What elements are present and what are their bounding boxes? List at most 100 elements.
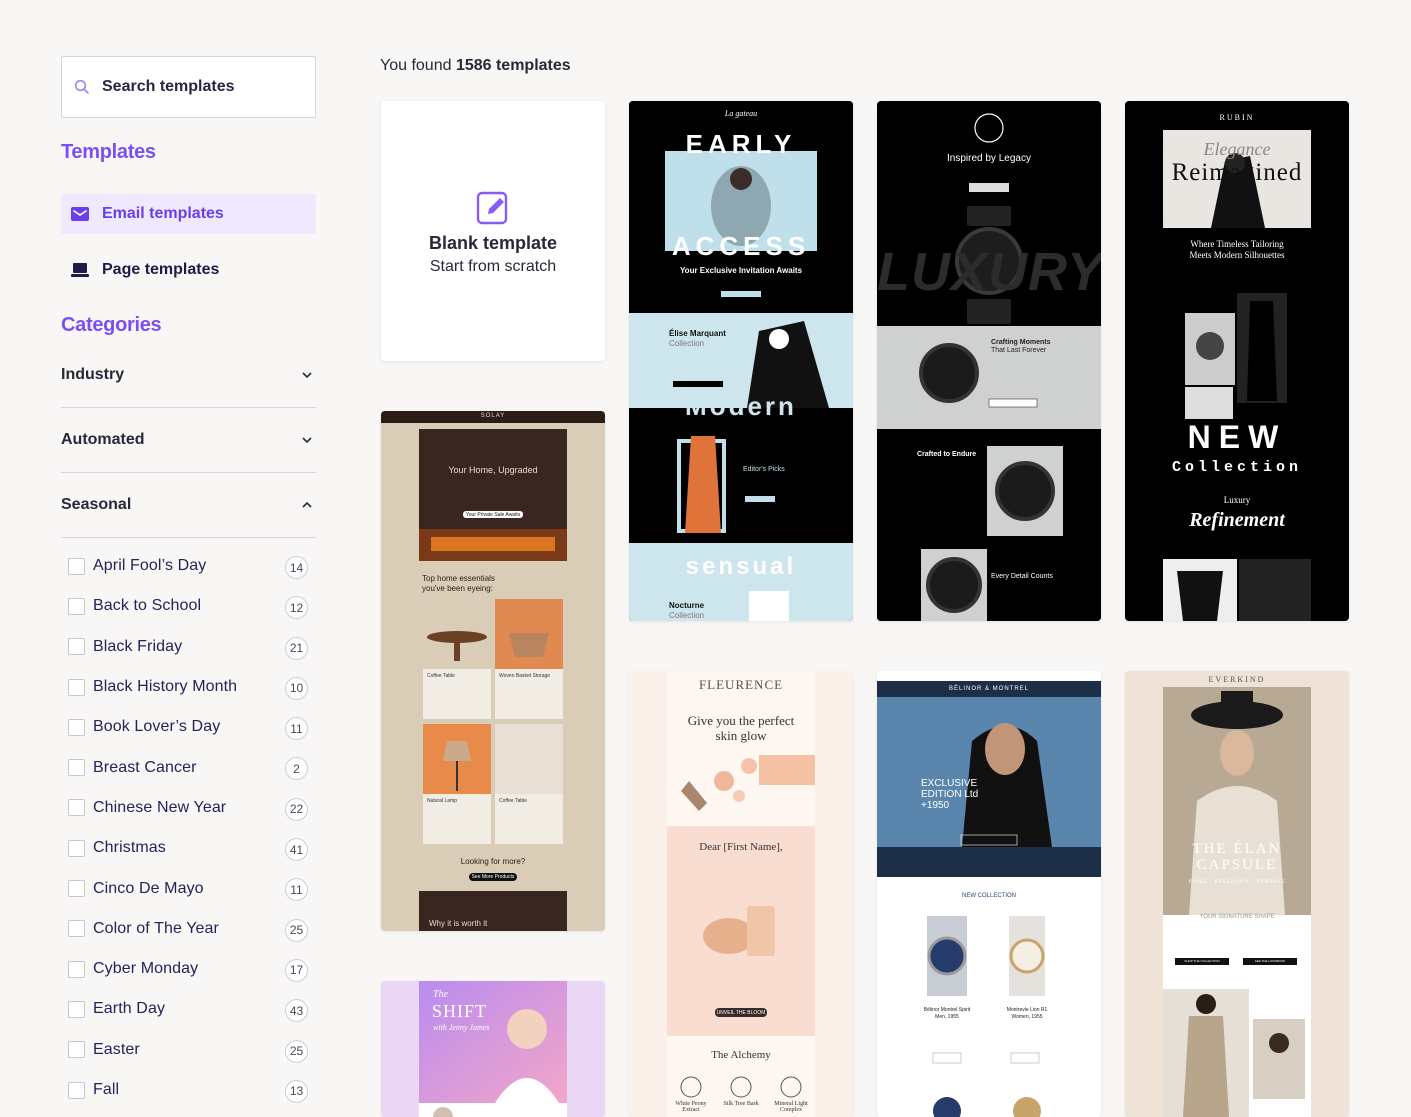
seasonal-item[interactable]: Breast Cancer 2 (61, 747, 316, 787)
template-card-the-shift[interactable]: The SHIFT with Jenny James (381, 981, 605, 1117)
checkbox[interactable] (68, 799, 85, 817)
tpl-text: Women, 1955 (1011, 1014, 1043, 1020)
tpl-text: EDITION Ltd (921, 789, 979, 800)
checkbox[interactable] (68, 1081, 85, 1099)
tpl-text: Collection (669, 339, 705, 348)
seasonal-item[interactable]: Easter 25 (61, 1030, 316, 1070)
checkbox[interactable] (68, 678, 85, 696)
seasonal-item[interactable]: Earth Day 43 (61, 989, 316, 1029)
seasonal-item-label: Breast Cancer (93, 758, 197, 776)
tpl-text: ACCESS (671, 231, 811, 261)
search-icon (74, 79, 89, 94)
tpl-text: Crafted to Endure (917, 451, 977, 458)
nav-page-templates[interactable]: Page templates (61, 250, 316, 290)
seasonal-item[interactable]: Chinese New Year 22 (61, 788, 316, 828)
seasonal-item[interactable]: April Fool’s Day 14 (61, 546, 316, 586)
tpl-text: See More Products (471, 874, 515, 880)
tpl-text: Top home essentials (422, 574, 495, 583)
tpl-text: FLEURENCE (698, 677, 784, 692)
template-card-rubin[interactable]: RUBIN Elegance Reimagined Where Timeless… (1125, 101, 1349, 621)
seasonal-item-label: Cyber Monday (93, 960, 199, 978)
tpl-text: SHOP THE COLLECTION (1184, 959, 1220, 963)
tpl-text: Élise Marquant (669, 329, 726, 338)
seasonal-item-label: Chinese New Year (93, 798, 227, 816)
checkbox[interactable] (68, 920, 85, 938)
template-thumbnail (381, 411, 605, 931)
seasonal-item-label: Book Lover’s Day (93, 718, 221, 736)
count-badge: 12 (285, 596, 308, 620)
count-badge: 11 (285, 717, 308, 741)
seasonal-item-label: Fall (93, 1081, 120, 1098)
seasonal-item[interactable]: Fall 13 (61, 1070, 316, 1110)
seasonal-item-label: Earth Day (93, 1000, 166, 1018)
tpl-text: sensual (685, 553, 797, 580)
checkbox[interactable] (68, 839, 85, 857)
tpl-text: you've been eyeing: (422, 584, 493, 593)
filter-automated[interactable]: Automated (61, 408, 316, 473)
template-card-early-access[interactable]: La gateau EARLY ACCESS Your Exclusive In… (629, 101, 853, 621)
tpl-text: with Jenny James (433, 1023, 490, 1032)
chevron-up-icon (302, 501, 312, 508)
tpl-text: RUBIN (1219, 113, 1255, 122)
filter-industry[interactable]: Industry (61, 343, 316, 408)
template-card-fleurence[interactable]: FLEURENCE Give you the perfect skin glow… (629, 671, 853, 1117)
tpl-text: SOLAY (480, 413, 506, 419)
tpl-text: Inspired by Legacy (947, 153, 1031, 164)
nav-email-templates[interactable]: Email templates (61, 194, 316, 234)
checkbox[interactable] (68, 1041, 85, 1059)
checkbox[interactable] (68, 759, 85, 777)
search-box[interactable] (61, 56, 316, 118)
laptop-icon (70, 262, 90, 278)
filter-seasonal[interactable]: Seasonal (61, 473, 316, 538)
seasonal-item[interactable]: Cyber Monday 17 (61, 949, 316, 989)
tpl-text: LUXURY (877, 242, 1101, 302)
template-thumbnail (419, 981, 567, 1117)
count-badge: 41 (285, 838, 308, 862)
seasonal-item[interactable]: Color of The Year 25 (61, 909, 316, 949)
count-badge: 25 (285, 918, 308, 942)
nav-page-label: Page templates (102, 261, 220, 278)
seasonal-item[interactable]: Black Friday 21 (61, 627, 316, 667)
tpl-text: Elegance (1203, 139, 1271, 159)
seasonal-item[interactable]: Book Lover’s Day 11 (61, 707, 316, 747)
count-badge: 10 (285, 676, 308, 700)
search-input[interactable] (102, 78, 302, 96)
seasonal-item[interactable]: Cinco De Mayo 11 (61, 868, 316, 908)
count-badge: 21 (285, 636, 308, 660)
checkbox[interactable] (68, 880, 85, 898)
categories-heading: Categories (61, 314, 162, 336)
tpl-text: Every Detail Counts (991, 573, 1053, 580)
tpl-text: +1950 (921, 800, 950, 811)
seasonal-item-label: April Fool’s Day (93, 557, 207, 575)
checkbox[interactable] (68, 960, 85, 978)
tpl-text: La gateau (724, 109, 758, 118)
seasonal-list: April Fool’s Day 14 Back to School 12 Black … (61, 546, 316, 1110)
template-card-belinor-montrel[interactable]: BÉLINOR & MONTREL EXCLUSIVE EDITION Ltd … (877, 671, 1101, 1117)
template-thumbnail (629, 101, 853, 621)
checkbox[interactable] (68, 1000, 85, 1018)
tpl-text: NEW COLLECTION (961, 893, 1016, 899)
blank-template-card[interactable]: Blank template Start from scratch (381, 101, 605, 361)
template-card-watch-legacy[interactable]: Inspired by Legacy LUXURY Crafting Momen… (877, 101, 1101, 621)
checkbox[interactable] (68, 597, 85, 615)
tpl-text: EVERKIND (1208, 675, 1266, 684)
template-card-everkind[interactable]: EVERKIND THE ÉLAN CAPSULE POISE · PRECIS… (1125, 671, 1349, 1117)
tpl-text: Reimagined (1171, 159, 1303, 186)
tpl-text: Looking for more? (460, 857, 526, 866)
checkbox[interactable] (68, 718, 85, 736)
checkbox[interactable] (68, 557, 85, 575)
checkbox[interactable] (68, 638, 85, 656)
filter-seasonal-label: Seasonal (61, 496, 132, 513)
seasonal-item-label: Cinco De Mayo (93, 879, 204, 897)
chevron-down-icon (302, 372, 312, 379)
seasonal-item[interactable]: Black History Month 10 (61, 667, 316, 707)
seasonal-item[interactable]: Christmas 41 (61, 828, 316, 868)
seasonal-item[interactable]: Back to School 12 (61, 586, 316, 626)
tpl-text: Your Exclusive Invitation Awaits (679, 266, 803, 275)
template-card-solay-home[interactable]: SOLAY Your Home, Upgraded Your Private S… (381, 411, 605, 931)
tpl-text: Give you the perfect (687, 713, 795, 728)
count-badge: 14 (285, 556, 308, 579)
edit-icon (476, 191, 508, 225)
tpl-text: The Alchemy (711, 1049, 771, 1061)
filter-automated-label: Automated (61, 431, 145, 448)
